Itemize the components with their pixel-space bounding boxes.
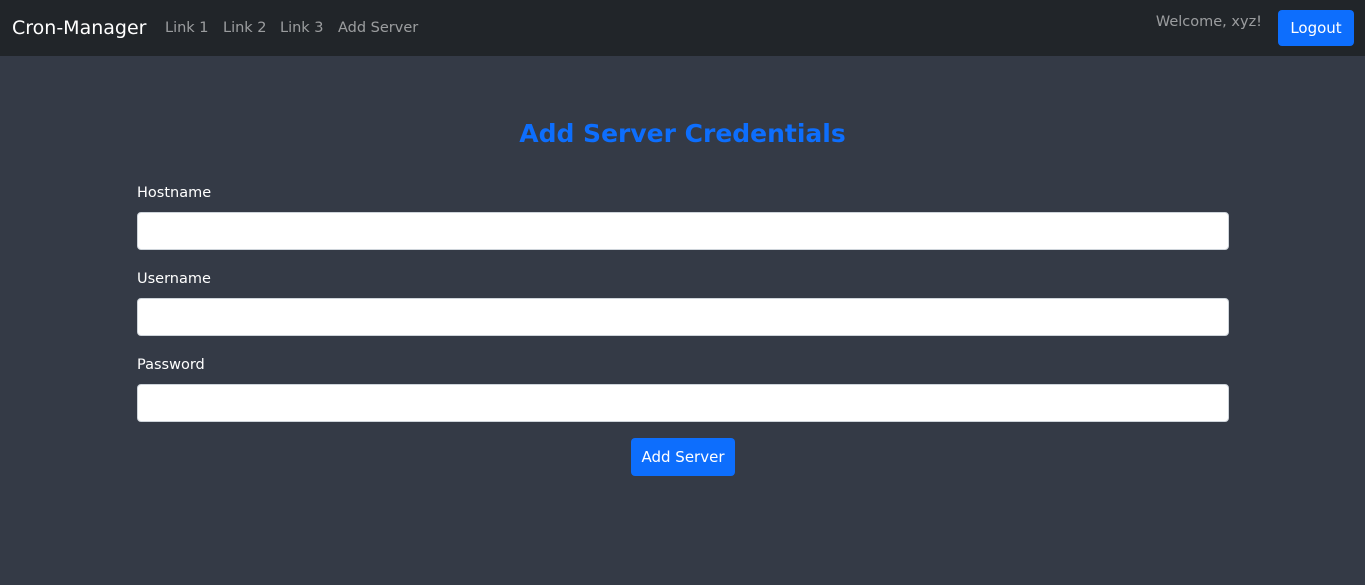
hostname-label: Hostname [137, 185, 212, 201]
add-server-button[interactable]: Add Server [631, 438, 735, 476]
password-label: Password [137, 357, 205, 373]
password-input[interactable] [137, 384, 1229, 422]
welcome-text: Welcome, xyz! [1155, 14, 1262, 30]
logout-button[interactable]: Logout [1278, 10, 1354, 46]
brand-link[interactable]: Cron-Manager [12, 16, 146, 40]
username-input[interactable] [137, 298, 1229, 336]
page-title: Add Server Credentials [519, 119, 846, 148]
nav-link-add-server[interactable]: Add Server [338, 19, 418, 37]
hostname-input[interactable] [137, 212, 1229, 250]
nav-link-2[interactable]: Link 2 [223, 19, 267, 37]
top-navbar: Cron-Manager Link 1 Link 2 Link 3 Add Se… [0, 0, 1365, 56]
username-label: Username [137, 271, 211, 287]
nav-link-3[interactable]: Link 3 [280, 19, 324, 37]
nav-link-1[interactable]: Link 1 [165, 19, 209, 37]
